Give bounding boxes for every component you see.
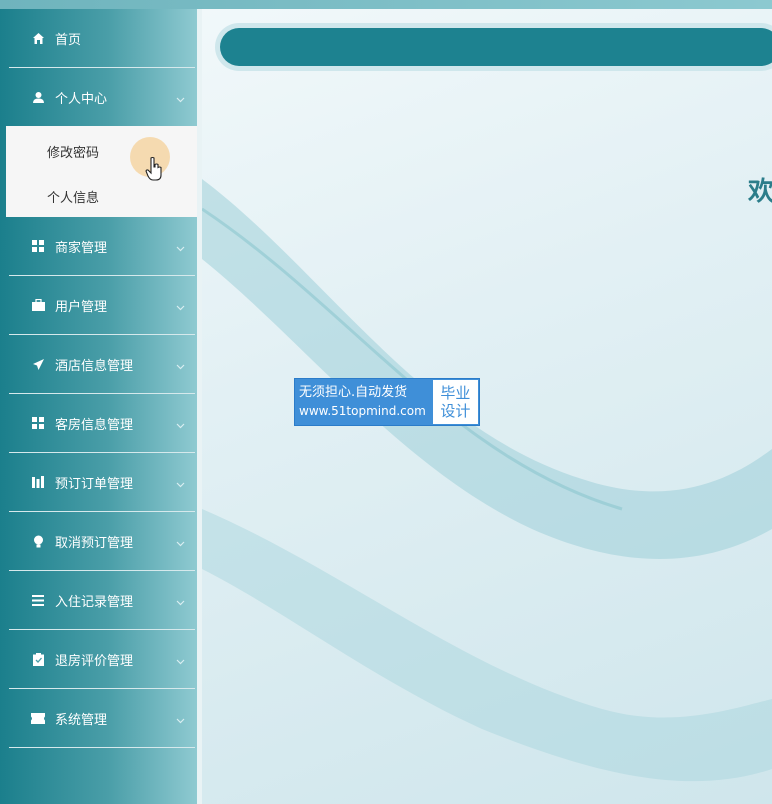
bulb-icon: [31, 534, 45, 548]
home-icon: [31, 31, 45, 45]
ticket-icon: [31, 711, 45, 725]
chevron-down-icon: [176, 418, 185, 433]
chevron-down-icon: [176, 300, 185, 315]
chevron-down-icon: [176, 477, 185, 492]
welcome-text: 欢: [748, 177, 772, 207]
background-silk-decoration: [202, 179, 772, 782]
sidebar-item-hotel-info-management[interactable]: 酒店信息管理: [9, 335, 195, 394]
sidebar-item-personal-center[interactable]: 个人中心: [9, 68, 195, 127]
submenu-item-change-password[interactable]: 修改密码: [47, 142, 99, 161]
sidebar-item-room-info-management[interactable]: 客房信息管理: [9, 394, 195, 453]
chevron-down-icon: [176, 654, 185, 669]
chevron-down-icon: [176, 92, 185, 107]
header-bar: [220, 28, 772, 66]
personal-center-submenu: [6, 126, 197, 217]
sidebar-item-label: 客房信息管理: [55, 417, 134, 433]
chevron-down-icon: [176, 241, 185, 256]
sidebar-item-checkin-record-management[interactable]: 入住记录管理: [9, 571, 195, 630]
grid-icon: [31, 239, 45, 253]
sidebar-item-booking-order-management[interactable]: 预订订单管理: [9, 453, 195, 512]
sidebar-item-merchant-management[interactable]: 商家管理: [9, 217, 195, 276]
clipboard-icon: [31, 652, 45, 666]
sidebar-item-label: 系统管理: [55, 712, 108, 728]
chart-icon: [31, 475, 45, 489]
grid-icon: [31, 416, 45, 430]
watermark-left: 无须担心.自动发货 www.51topmind.com: [295, 379, 432, 425]
top-strip: [0, 0, 772, 9]
chevron-down-icon: [176, 713, 185, 728]
sidebar-item-label: 取消预订管理: [55, 535, 134, 551]
chevron-down-icon: [176, 536, 185, 551]
sidebar-item-label: 用户管理: [55, 299, 108, 315]
hand-cursor-icon: [145, 156, 163, 186]
watermark-right-line1: 毕业: [440, 384, 471, 402]
sidebar-item-label: 商家管理: [55, 240, 108, 256]
list-icon: [31, 593, 45, 607]
watermark-line1: 无须担心.自动发货: [299, 385, 408, 400]
watermark-right: 毕业 设计: [432, 380, 478, 424]
sidebar-item-user-management[interactable]: 用户管理: [9, 276, 195, 335]
sidebar-item-home[interactable]: 首页: [9, 9, 195, 68]
sidebar-item-label: 酒店信息管理: [55, 358, 134, 374]
chevron-down-icon: [176, 595, 185, 610]
sidebar-item-system-management[interactable]: 系统管理: [9, 689, 195, 748]
sidebar-item-cancel-booking-management[interactable]: 取消预订管理: [9, 512, 195, 571]
watermark-right-line2: 设计: [440, 402, 471, 420]
watermark-badge: 无须担心.自动发货 www.51topmind.com 毕业 设计: [294, 378, 480, 426]
sidebar-item-label: 个人中心: [55, 91, 108, 107]
briefcase-icon: [31, 298, 45, 312]
user-icon: [31, 90, 45, 104]
chevron-down-icon: [176, 359, 185, 374]
sidebar-item-label: 首页: [55, 32, 82, 48]
watermark-line2: www.51topmind.com: [299, 404, 426, 418]
sidebar-item-label: 退房评价管理: [55, 653, 134, 669]
sidebar-item-label: 预订订单管理: [55, 476, 134, 492]
sidebar-item-checkout-review-management[interactable]: 退房评价管理: [9, 630, 195, 689]
sidebar-item-label: 入住记录管理: [55, 594, 134, 610]
main-content: 欢: [202, 9, 772, 804]
paper-plane-icon: [31, 357, 45, 371]
submenu-item-personal-info[interactable]: 个人信息: [47, 187, 99, 206]
